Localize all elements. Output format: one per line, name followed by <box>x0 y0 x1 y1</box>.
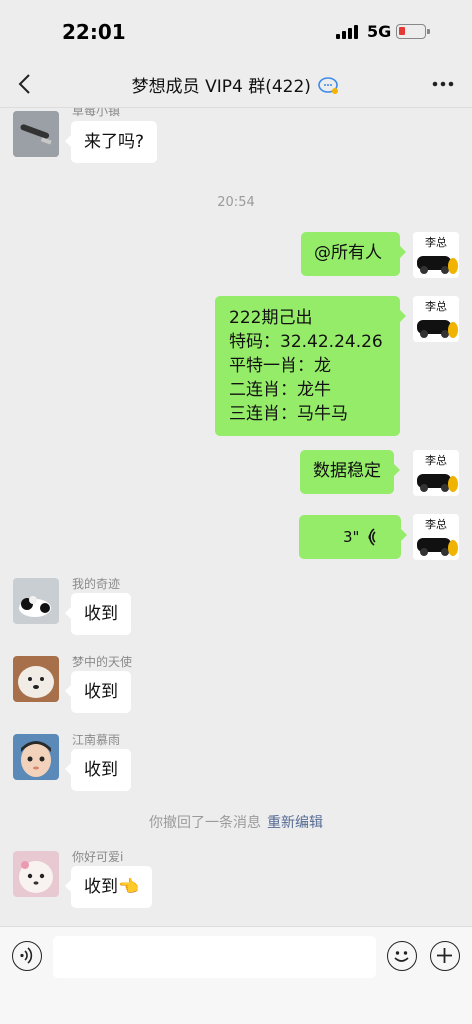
avatar[interactable]: 李总 <box>413 450 459 496</box>
avatar[interactable]: 李总 <box>413 232 459 278</box>
message-bubble[interactable]: 收到 <box>65 749 131 791</box>
svg-text:李总: 李总 <box>425 517 447 531</box>
avatar[interactable]: 李总 <box>413 514 459 560</box>
battery-icon <box>396 24 430 39</box>
voice-icon <box>20 947 33 964</box>
message-bubble[interactable]: 收到 <box>65 671 131 713</box>
sender-name: 我的奇迹 <box>72 577 121 591</box>
message-bubble[interactable]: 来了吗? <box>64 121 158 163</box>
avatar[interactable]: 李总 <box>413 296 459 342</box>
smiley-icon <box>394 951 409 962</box>
svg-text:李总: 李总 <box>425 299 447 313</box>
network-type: 5G <box>367 22 392 41</box>
avatar[interactable] <box>13 734 59 780</box>
svg-text:李总: 李总 <box>425 453 447 467</box>
avatar[interactable] <box>13 578 59 624</box>
status-time: 22:01 <box>62 20 126 44</box>
chat-area[interactable]: 草莓小镇 来了吗? 20:54 李总 @所有人 李总 222期己出 特码：32.… <box>0 108 472 926</box>
message-bubble[interactable]: 收到👈 <box>64 866 153 908</box>
signal-icon <box>336 25 360 39</box>
recall-notice: 你撤回了一条消息 重新编辑 <box>0 812 472 832</box>
message-input[interactable] <box>53 936 376 978</box>
message-text: 收到 <box>84 877 118 897</box>
plus-button[interactable] <box>430 941 460 971</box>
avatar[interactable] <box>13 111 59 157</box>
sender-name: 你好可爱i <box>72 850 124 864</box>
voice-message[interactable]: 3" <box>299 515 407 559</box>
sender-name: 江南慕雨 <box>72 733 121 747</box>
sender-name: 草莓小镇 <box>72 108 121 118</box>
message-bubble[interactable]: @所有人 <box>301 232 406 276</box>
ellipsis-icon <box>432 81 454 87</box>
sender-name: 梦中的天使 <box>72 655 133 669</box>
nav-bar: 梦想成员 VIP4 群(422) <box>0 62 472 108</box>
input-bar <box>0 926 472 1024</box>
emoji-button[interactable] <box>387 941 417 971</box>
pointing-emoji: 👈 <box>118 877 140 897</box>
enterprise-tag-icon <box>318 77 340 100</box>
message-bubble[interactable]: 收到 <box>65 593 131 635</box>
more-button[interactable] <box>428 72 458 96</box>
re-edit-link[interactable]: 重新编辑 <box>267 815 323 831</box>
voice-duration: 3" <box>343 528 360 546</box>
message-bubble[interactable]: 数据稳定 <box>300 450 400 494</box>
message-bubble[interactable]: 222期己出 特码：32.42.24.26 平特一肖：龙 二连肖：龙牛 三连肖：… <box>215 296 406 436</box>
svg-text:李总: 李总 <box>425 235 447 249</box>
voice-toggle-button[interactable] <box>12 941 42 971</box>
recall-text: 你撤回了一条消息 <box>149 815 261 831</box>
timestamp: 20:54 <box>217 195 255 210</box>
status-bar: 22:01 5G <box>0 0 472 62</box>
avatar[interactable] <box>13 851 59 897</box>
plus-icon <box>437 948 452 963</box>
voice-wave-icon <box>368 528 376 546</box>
avatar[interactable] <box>13 656 59 702</box>
group-title: 梦想成员 VIP4 群(422) <box>131 77 311 97</box>
page-title: 梦想成员 VIP4 群(422) <box>0 72 472 100</box>
